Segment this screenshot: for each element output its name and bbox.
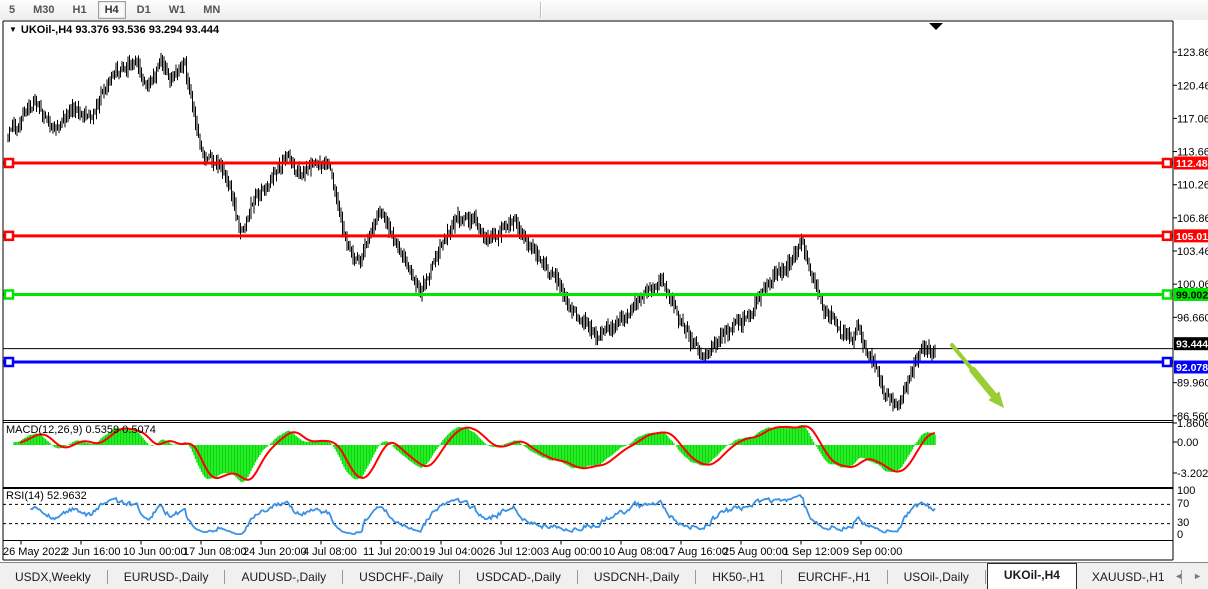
rsi-label: RSI(14) 52.9632 <box>6 490 87 502</box>
time-label: 24 Jun 20:00 <box>243 546 307 558</box>
time-label: 17 Jun 08:00 <box>183 546 247 558</box>
line-handle-left[interactable] <box>5 290 13 298</box>
tab-hk50-h1[interactable]: HK50-,H1 <box>697 566 780 588</box>
line-handle-left[interactable] <box>5 358 13 366</box>
tab-usdchf-daily[interactable]: USDCHF-,Daily <box>344 566 458 588</box>
tab-scroll-left-icon[interactable]: ◄ <box>1174 570 1183 582</box>
time-label: 26 May 2022 <box>3 546 67 558</box>
price-tick-label: 110.260 <box>1177 180 1208 192</box>
time-label: 10 Jun 00:00 <box>123 546 187 558</box>
macd-tick-label: -3.2023 <box>1177 468 1208 480</box>
line-handle-left[interactable] <box>5 232 13 240</box>
time-label: 26 Jul 12:00 <box>483 546 543 558</box>
price-tick-label: 106.860 <box>1177 213 1208 225</box>
period-button-H4[interactable]: H4 <box>98 1 126 19</box>
tab-divider <box>781 570 782 584</box>
time-label: 1 Sep 12:00 <box>783 546 842 558</box>
price-tick-label: 89.960 <box>1177 378 1208 390</box>
price-badge-text: 105.015 <box>1176 231 1208 243</box>
mt4-window: 5M30 H1H4D1W1MN ▼ UKOil-,H4 93.376 93.536 … <box>0 0 1208 589</box>
period-button-W1[interactable]: W1 <box>162 1 193 19</box>
tab-audusd-daily[interactable]: AUDUSD-,Daily <box>226 566 341 588</box>
chart-ohlc-title: ▼ UKOil-,H4 93.376 93.536 93.294 93.444 <box>9 24 219 36</box>
period-toolbar: 5M30 H1H4D1W1MN <box>0 0 1208 21</box>
rsi-tick-label: 70 <box>1177 498 1189 510</box>
period-button-M30[interactable]: M30 <box>26 1 61 19</box>
rsi-tick-label: 0 <box>1177 529 1183 541</box>
price-tick-label: 123.860 <box>1177 47 1208 59</box>
tab-usoil-daily[interactable]: USOil-,Daily <box>889 566 984 588</box>
line-handle-right[interactable] <box>1163 290 1171 298</box>
tab-divider <box>887 570 888 584</box>
tab-scroll-controls: ◄ ► <box>1174 570 1202 582</box>
period-button-H1[interactable]: H1 <box>66 1 94 19</box>
tab-divider <box>107 570 108 584</box>
tab-divider <box>695 570 696 584</box>
period-button-5[interactable]: 5 <box>2 1 22 19</box>
time-label: 2 Jun 16:00 <box>63 546 121 558</box>
tab-usdcnh-daily[interactable]: USDCNH-,Daily <box>579 566 694 588</box>
price-tick-label: 120.460 <box>1177 80 1208 92</box>
macd-label: MACD(12,26,9) 0.5359 0.5074 <box>6 424 156 436</box>
tab-divider <box>985 570 986 584</box>
line-handle-left[interactable] <box>5 159 13 167</box>
macd-tick-label: 1.8606 <box>1177 418 1208 430</box>
tab-usdx-weekly[interactable]: USDX,Weekly <box>0 566 106 588</box>
time-label: 17 Aug 16:00 <box>663 546 728 558</box>
tab-divider <box>577 570 578 584</box>
macd-tick-label: 0.00 <box>1177 437 1198 449</box>
toolbar-separator <box>540 2 542 18</box>
price-tick-label: 117.060 <box>1177 113 1208 125</box>
ohlc-text: UKOil-,H4 93.376 93.536 93.294 93.444 <box>21 24 219 36</box>
tab-divider <box>459 570 460 584</box>
tab-eurchf-h1[interactable]: EURCHF-,H1 <box>783 566 886 588</box>
tab-active-ukoil-h4[interactable]: UKOil-,H4 <box>987 563 1077 589</box>
chart-area[interactable]: ▼ UKOil-,H4 93.376 93.536 93.294 93.444 M… <box>0 20 1208 562</box>
rsi-tick-label: 100 <box>1177 485 1195 497</box>
time-label: 4 Jul 08:00 <box>303 546 357 558</box>
chart-tab-bar: USDX,WeeklyEURUSD-,DailyAUDUSD-,DailyUSD… <box>0 562 1208 589</box>
time-label: 11 Jul 20:00 <box>363 546 422 558</box>
tab-xauusd-h1[interactable]: XAUUSD-,H1 <box>1077 566 1180 588</box>
chart-canvas[interactable]: 123.860120.460117.060113.660110.260106.8… <box>0 20 1208 562</box>
price-badge-text: 112.488 <box>1176 158 1208 170</box>
price-tick-label: 103.460 <box>1177 246 1208 258</box>
tab-usdcad-daily[interactable]: USDCAD-,Daily <box>461 566 576 588</box>
price-badge-text: 99.002 <box>1176 289 1208 301</box>
time-label: 3 Aug 00:00 <box>543 546 602 558</box>
rsi-tick-label: 30 <box>1177 517 1189 529</box>
tab-divider <box>224 570 225 584</box>
time-label: 10 Aug 08:00 <box>603 546 668 558</box>
line-handle-right[interactable] <box>1163 159 1171 167</box>
tab-divider <box>342 570 343 584</box>
time-label: 9 Sep 00:00 <box>843 546 902 558</box>
time-label: 25 Aug 00:00 <box>723 546 788 558</box>
period-button-D1[interactable]: D1 <box>130 1 158 19</box>
price-tick-label: 96.660 <box>1177 312 1208 324</box>
tab-scroll-right-icon[interactable]: ► <box>1193 570 1202 582</box>
line-handle-right[interactable] <box>1163 358 1171 366</box>
price-badge-text: 92.078 <box>1176 362 1208 374</box>
tab-eurusd-daily[interactable]: EURUSD-,Daily <box>109 566 224 588</box>
price-badge-text: 93.444 <box>1176 339 1208 351</box>
line-handle-right[interactable] <box>1163 232 1171 240</box>
time-label: 19 Jul 04:00 <box>423 546 483 558</box>
symbol-dropdown-icon[interactable]: ▼ <box>9 25 17 34</box>
chart-background <box>0 20 1208 562</box>
period-button-MN[interactable]: MN <box>196 1 227 19</box>
